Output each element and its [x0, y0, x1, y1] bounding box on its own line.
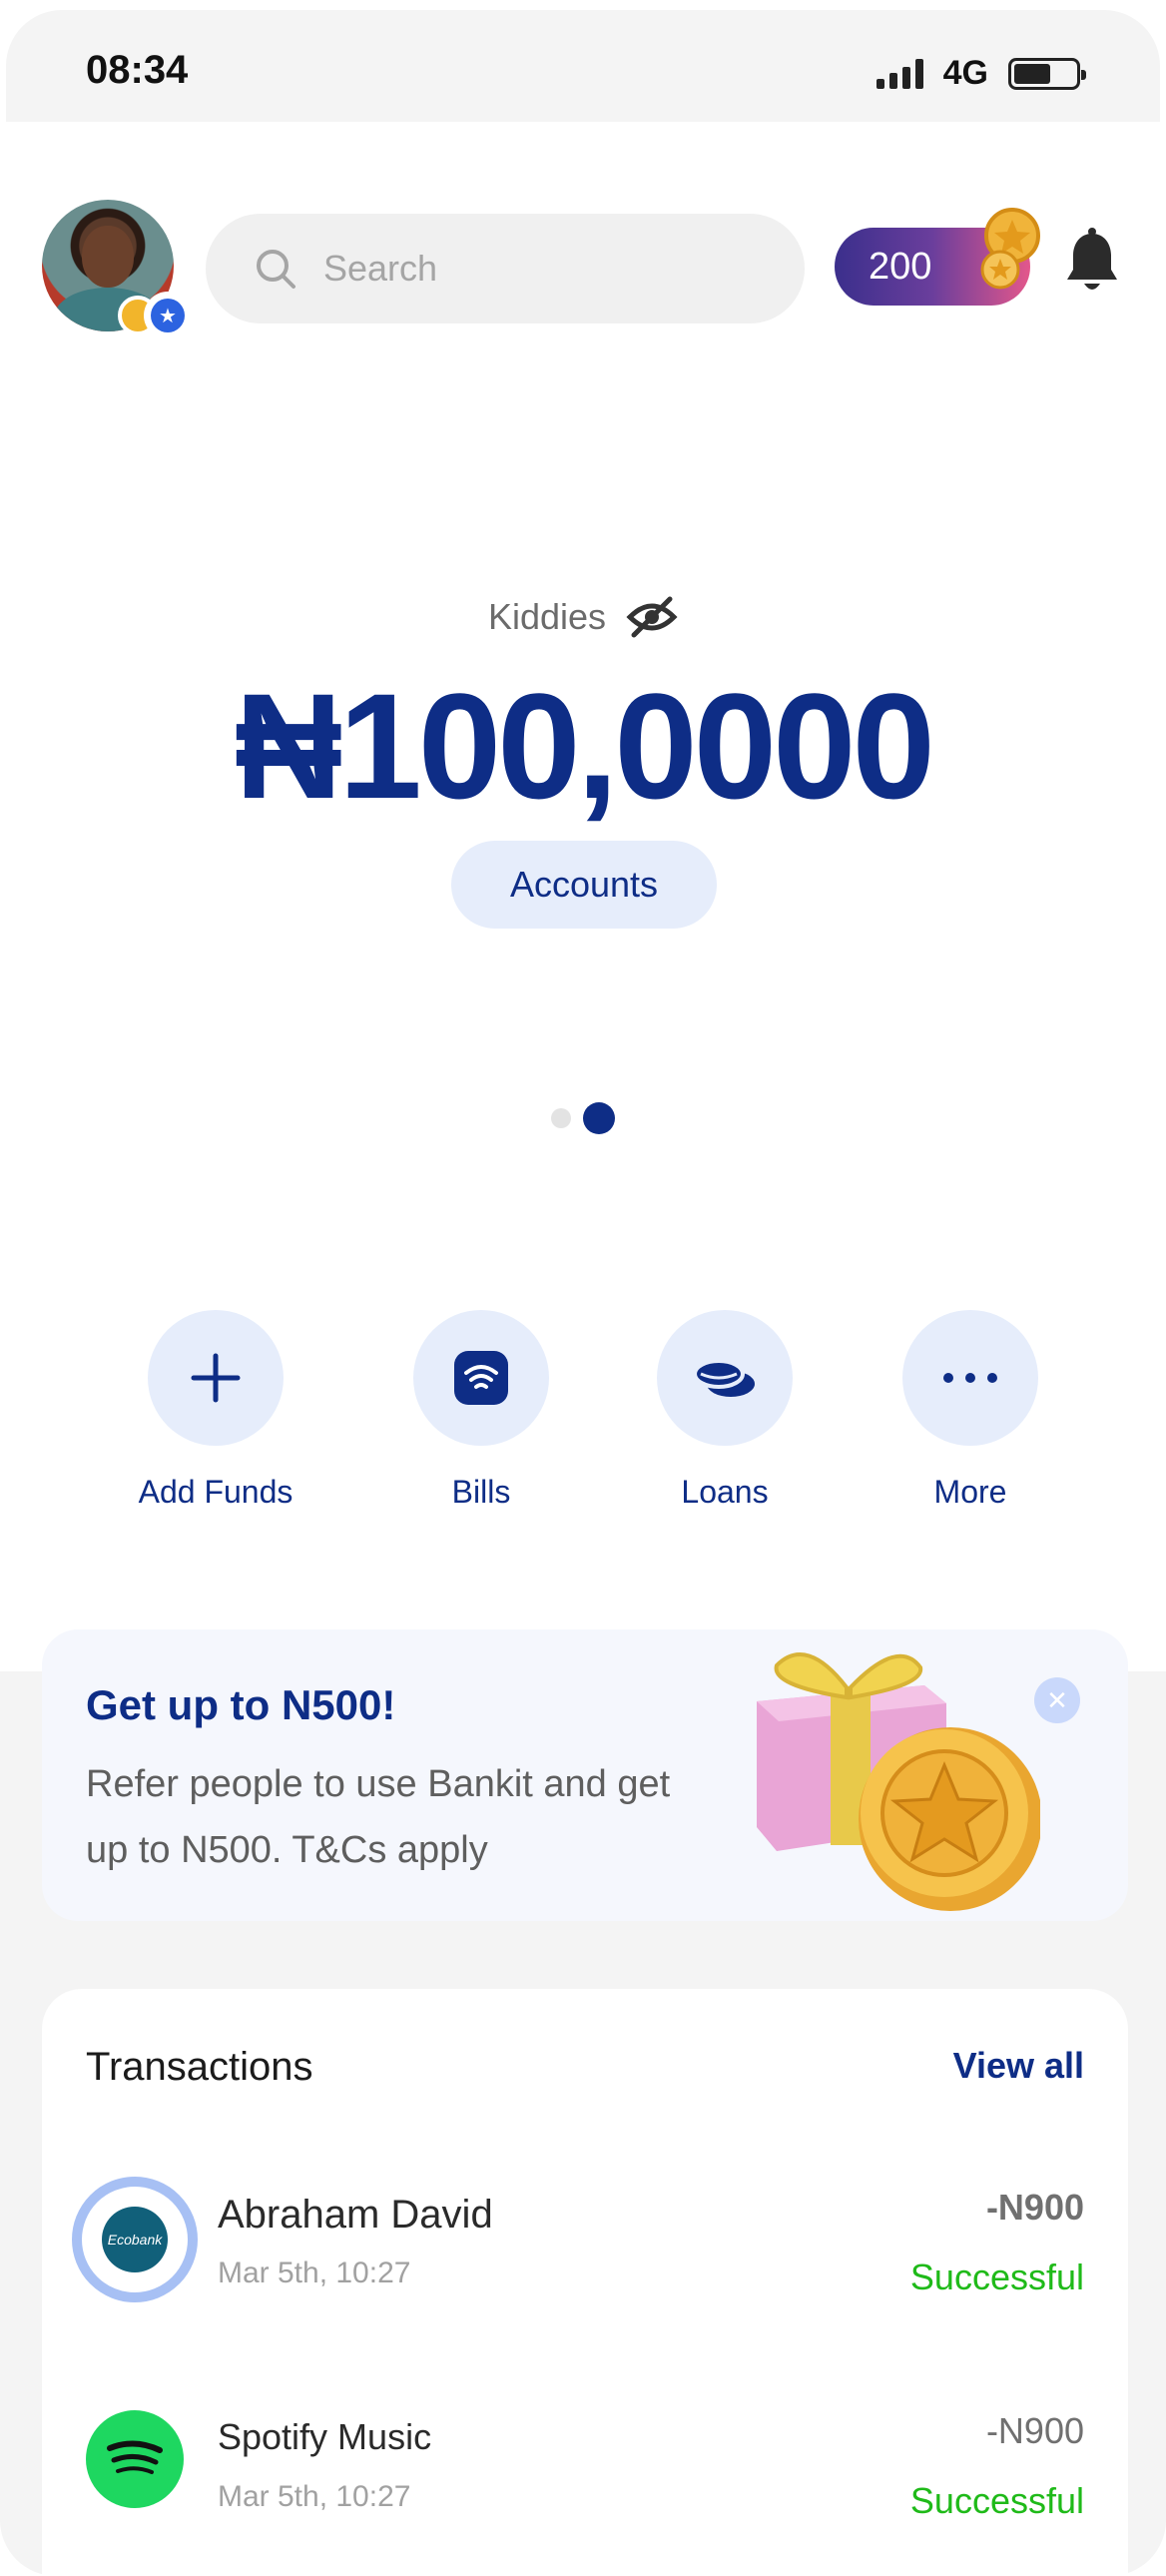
plus-icon	[191, 1353, 241, 1403]
points-badge[interactable]: 200	[835, 208, 1040, 306]
transaction-status: Successful	[909, 2480, 1084, 2521]
more-button[interactable]: More	[861, 1310, 1080, 1511]
add-funds-button[interactable]: Add Funds	[106, 1310, 325, 1511]
balance-amount: ₦100,0000	[235, 662, 935, 830]
search-placeholder: Search	[323, 248, 438, 289]
add-funds-circle[interactable]	[148, 1310, 284, 1446]
loans-label: Loans	[681, 1474, 769, 1510]
transaction-amount: -N900	[985, 2410, 1084, 2451]
search-bar[interactable]: Search	[206, 214, 805, 323]
star-icon: ★	[151, 299, 185, 332]
search-icon	[257, 250, 295, 289]
transaction-amount: -N900	[985, 2187, 1084, 2228]
carousel-dot-active[interactable]	[583, 1102, 615, 1134]
transaction-name: Abraham David	[218, 2193, 493, 2237]
bell-icon[interactable]	[1062, 228, 1122, 298]
bills-label: Bills	[451, 1474, 511, 1510]
ecobank-logo: Ecobank	[72, 2177, 198, 2302]
referral-promo-card[interactable]: Get up to N500! Refer people to use Bank…	[42, 1629, 1128, 1921]
loans-button[interactable]: Loans	[615, 1310, 835, 1511]
transaction-date: Mar 5th, 10:27	[218, 2480, 411, 2513]
transaction-row[interactable]: Spotify Music Mar 5th, 10:27 -N900 Succe…	[42, 2400, 1128, 2530]
carousel-dot[interactable]	[551, 1108, 571, 1128]
battery-icon	[1008, 57, 1086, 90]
points-value: 200	[869, 245, 932, 288]
profile-avatar[interactable]: ★	[42, 200, 192, 349]
more-label: More	[933, 1474, 1007, 1510]
eye-off-icon[interactable]	[626, 595, 678, 639]
spotify-waves-icon	[107, 2440, 163, 2474]
status-bar: 08:34 4G	[6, 10, 1160, 122]
accounts-button[interactable]: Accounts	[451, 841, 717, 929]
transaction-name: Spotify Music	[218, 2416, 432, 2457]
loans-circle[interactable]	[657, 1310, 793, 1446]
spotify-logo-icon	[86, 2410, 184, 2508]
transactions-title: Transactions	[86, 2045, 313, 2089]
coin-icon	[980, 208, 1040, 290]
account-row: Kiddies	[0, 595, 1166, 639]
bills-circle[interactable]	[413, 1310, 549, 1446]
battery-level	[1014, 63, 1050, 84]
network-type: 4G	[942, 54, 988, 92]
view-all-link[interactable]: View all	[953, 2045, 1084, 2087]
coins-icon	[693, 1359, 755, 1397]
signal-icon	[875, 58, 923, 89]
transaction-status: Successful	[909, 2256, 1084, 2297]
more-icon	[943, 1373, 997, 1383]
transactions-card: Transactions View all Ecobank Abraham Da…	[42, 1989, 1128, 2576]
gift-icon	[757, 1652, 1040, 1911]
ecobank-logo-text: Ecobank	[102, 2207, 168, 2272]
transaction-date: Mar 5th, 10:27	[218, 2256, 411, 2289]
account-name: Kiddies	[487, 596, 607, 637]
more-circle[interactable]	[902, 1310, 1038, 1446]
promo-text: Refer people to use Bankit and get up to…	[86, 1763, 671, 1871]
quick-actions: Add Funds Bills Loans More	[0, 1310, 1166, 1520]
wifi-bill-icon	[454, 1351, 508, 1405]
close-icon[interactable]: ✕	[1034, 1677, 1080, 1723]
status-time: 08:34	[86, 48, 189, 92]
carousel-indicator	[551, 1102, 615, 1134]
status-indicators: 4G	[875, 54, 1086, 93]
transaction-row[interactable]: Ecobank Abraham David Mar 5th, 10:27 -N9…	[42, 2177, 1128, 2306]
bills-button[interactable]: Bills	[371, 1310, 591, 1511]
shield-badge-icon: ★	[144, 292, 192, 339]
avatar-face	[82, 226, 134, 288]
promo-title: Get up to N500!	[86, 1681, 396, 1728]
add-funds-label: Add Funds	[138, 1474, 293, 1510]
phone-screen: 08:34 4G ★ Search 200 Kiddies ₦100,0000 …	[0, 0, 1166, 2576]
